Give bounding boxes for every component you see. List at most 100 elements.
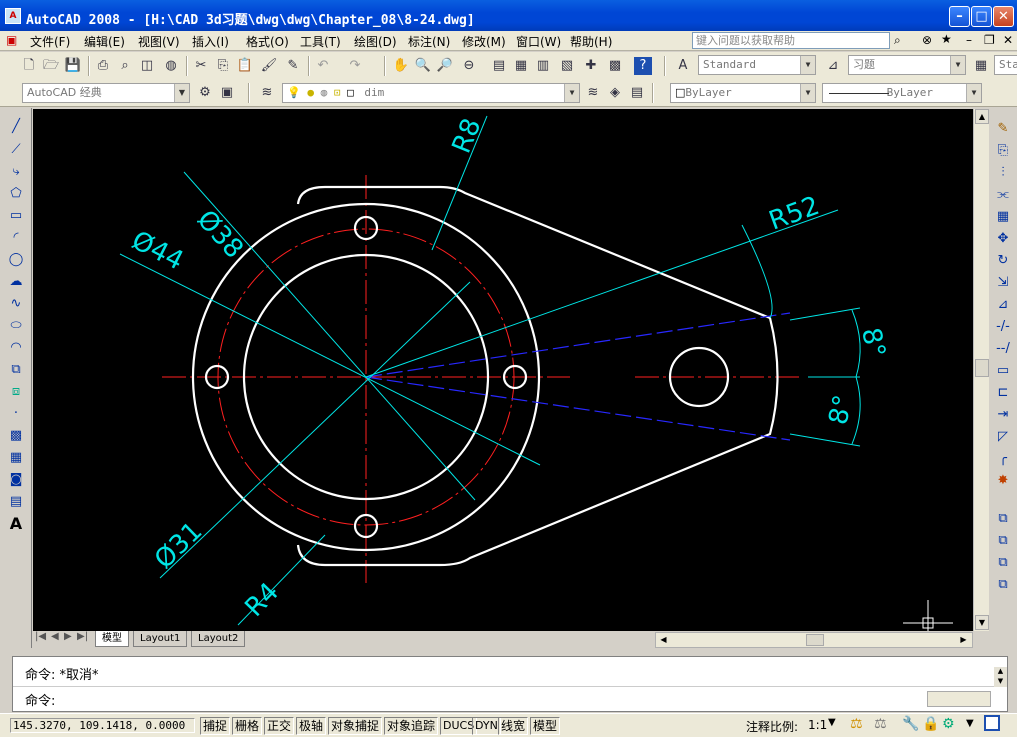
construction-line-icon[interactable]: ⟋ <box>7 141 25 159</box>
explode-icon[interactable]: ✸ <box>994 472 1012 490</box>
menu-help[interactable]: 帮助(H) <box>570 33 612 50</box>
offset-icon[interactable]: ⫘ <box>994 186 1012 204</box>
rectangle-icon[interactable]: ▭ <box>7 207 25 225</box>
sheet-set-icon[interactable]: ▧ <box>558 57 576 75</box>
menu-insert[interactable]: 插入(I) <box>192 33 229 50</box>
cut-icon[interactable]: ✂ <box>192 57 210 75</box>
doc-close-button[interactable]: ✕ <box>1003 33 1013 47</box>
drawing-canvas[interactable]: Ø38 Ø44 Ø31 R8 R52 R4 8° 8° <box>33 109 973 631</box>
minimize-button[interactable]: – <box>949 6 970 27</box>
draw-order-under-icon[interactable]: ⧉ <box>994 576 1012 594</box>
toolbar-lock-icon[interactable]: 🔧 <box>902 716 919 732</box>
copy-icon[interactable]: ⎘ <box>214 57 232 75</box>
layer-select[interactable]: 💡 ● ◍ ⊡ □ dim ▼ <box>282 83 580 103</box>
scroll-right-button[interactable]: ▶ <box>956 633 971 647</box>
communication-center-icon[interactable]: ⊗ <box>922 33 932 47</box>
tab-nav-last[interactable]: ▶| <box>77 631 88 642</box>
ellipse-icon[interactable]: ⬭ <box>7 317 25 335</box>
stretch-icon[interactable]: ⊿ <box>994 296 1012 314</box>
tab-nav-first[interactable]: |◀ <box>35 631 46 642</box>
design-center-icon[interactable]: ▦ <box>512 57 530 75</box>
workspace-select[interactable]: AutoCAD 经典 ▼ <box>22 83 190 103</box>
status-menu-arrow-icon[interactable]: ▼ <box>966 718 974 729</box>
layer-freeze-icon[interactable]: ● <box>307 86 314 99</box>
copy-object-icon[interactable]: ⎘ <box>994 142 1012 160</box>
zoom-previous-icon[interactable]: ⊖ <box>460 57 478 75</box>
draw-order-above-icon[interactable]: ⧉ <box>994 554 1012 572</box>
pan-realtime-icon[interactable]: ✋ <box>392 57 410 75</box>
zoom-window-icon[interactable]: 🔎 <box>436 57 454 75</box>
dim-style-icon[interactable]: ⊿ <box>824 57 842 75</box>
dyn-toggle[interactable]: DYN <box>472 717 501 735</box>
break-at-point-icon[interactable]: ▭ <box>994 362 1012 380</box>
table-style-icon[interactable]: ▦ <box>972 57 990 75</box>
layer-on-icon[interactable]: 💡 <box>287 86 301 99</box>
plot-preview-icon[interactable]: ⌕ <box>116 57 134 75</box>
save-workspace-icon[interactable]: ▣ <box>218 84 236 102</box>
undo-icon[interactable]: ↶ <box>314 57 332 75</box>
layer-previous-icon[interactable]: ◈ <box>606 84 624 102</box>
coordinate-readout[interactable]: 145.3270, 109.1418, 0.0000 <box>10 718 195 733</box>
menu-tools[interactable]: 工具(T) <box>300 33 341 50</box>
scale-icon[interactable]: ⇲ <box>994 274 1012 292</box>
horizontal-scroll-thumb[interactable] <box>806 634 824 646</box>
dim-style-select[interactable]: 习题 ▼ <box>848 55 966 75</box>
menu-draw[interactable]: 绘图(D) <box>354 33 397 50</box>
tab-nav-prev[interactable]: ◀ <box>51 631 59 642</box>
arc-icon[interactable]: ◜ <box>7 229 25 247</box>
rotate-icon[interactable]: ↻ <box>994 252 1012 270</box>
draw-order-back-icon[interactable]: ⧉ <box>994 532 1012 550</box>
vertical-scrollbar[interactable]: ▲ ▼ <box>973 109 989 631</box>
lineweight-toggle[interactable]: 线宽 <box>498 717 529 735</box>
region-icon[interactable]: ◙ <box>7 471 25 489</box>
mirror-icon[interactable]: ⫶ <box>994 164 1012 182</box>
draw-order-front-icon[interactable]: ⧉ <box>994 510 1012 528</box>
horizontal-scrollbar[interactable]: ◀ ▶ <box>655 632 973 648</box>
line-icon[interactable]: ╱ <box>7 118 25 136</box>
scroll-down-button[interactable]: ▼ <box>975 615 989 630</box>
annotation-scale-select[interactable]: 1:1 <box>808 718 827 732</box>
move-icon[interactable]: ✥ <box>994 230 1012 248</box>
menu-modify[interactable]: 修改(M) <box>462 33 506 50</box>
revision-cloud-icon[interactable]: ☁ <box>7 273 25 291</box>
tab-layout1[interactable]: Layout1 <box>133 631 188 647</box>
paste-icon[interactable]: 📋 <box>236 57 254 75</box>
spline-icon[interactable]: ∿ <box>7 295 25 313</box>
table-style-select[interactable]: Sta <box>994 55 1017 75</box>
insert-block-icon[interactable]: ⧉ <box>7 361 25 379</box>
linetype-control-select[interactable]: ByLayer ▼ <box>822 83 982 103</box>
annotation-scale-arrow-icon[interactable]: ▼ <box>828 717 836 728</box>
extend-icon[interactable]: --/ <box>994 340 1012 358</box>
model-toggle[interactable]: 模型 <box>530 717 561 735</box>
open-icon[interactable]: 🗁 <box>42 57 60 75</box>
text-style-select[interactable]: Standard ▼ <box>698 55 816 75</box>
snap-toggle[interactable]: 捕捉 <box>200 717 231 735</box>
save-icon[interactable]: 💾 <box>64 57 82 75</box>
text-style-icon[interactable]: A <box>674 57 692 75</box>
properties-icon[interactable]: ▤ <box>490 57 508 75</box>
point-icon[interactable]: · <box>7 405 25 423</box>
circle-icon[interactable]: ◯ <box>7 251 25 269</box>
close-button[interactable]: ✕ <box>993 6 1014 27</box>
status-tray-settings-icon[interactable]: ⚙ <box>942 716 955 732</box>
maximize-button[interactable]: □ <box>971 6 992 27</box>
document-icon[interactable]: ▣ <box>6 33 17 47</box>
tab-nav-next[interactable]: ▶ <box>64 631 72 642</box>
layer-viewport-freeze-icon[interactable]: ◍ <box>321 86 328 99</box>
autocad-app-icon[interactable]: A <box>5 8 21 24</box>
menu-format[interactable]: 格式(O) <box>246 33 289 50</box>
help-search-input[interactable]: 键入问题以获取帮助 <box>692 32 890 49</box>
layer-manager-icon[interactable]: ≋ <box>258 84 276 102</box>
publish-icon[interactable]: ◫ <box>138 57 156 75</box>
tab-model[interactable]: 模型 <box>95 631 129 647</box>
multiline-text-icon[interactable]: A <box>7 515 25 533</box>
block-editor-icon[interactable]: ✎ <box>284 57 302 75</box>
array-icon[interactable]: ▦ <box>994 208 1012 226</box>
auto-scale-icon[interactable]: ⚖ <box>874 716 887 732</box>
otrack-toggle[interactable]: 对象追踪 <box>384 717 439 735</box>
table-icon[interactable]: ▤ <box>7 493 25 511</box>
tab-layout2[interactable]: Layout2 <box>191 631 246 647</box>
match-properties-icon[interactable]: 🖌 <box>260 57 278 75</box>
clean-screen-icon[interactable] <box>984 715 1000 731</box>
redo-icon[interactable]: ↷ <box>346 57 364 75</box>
